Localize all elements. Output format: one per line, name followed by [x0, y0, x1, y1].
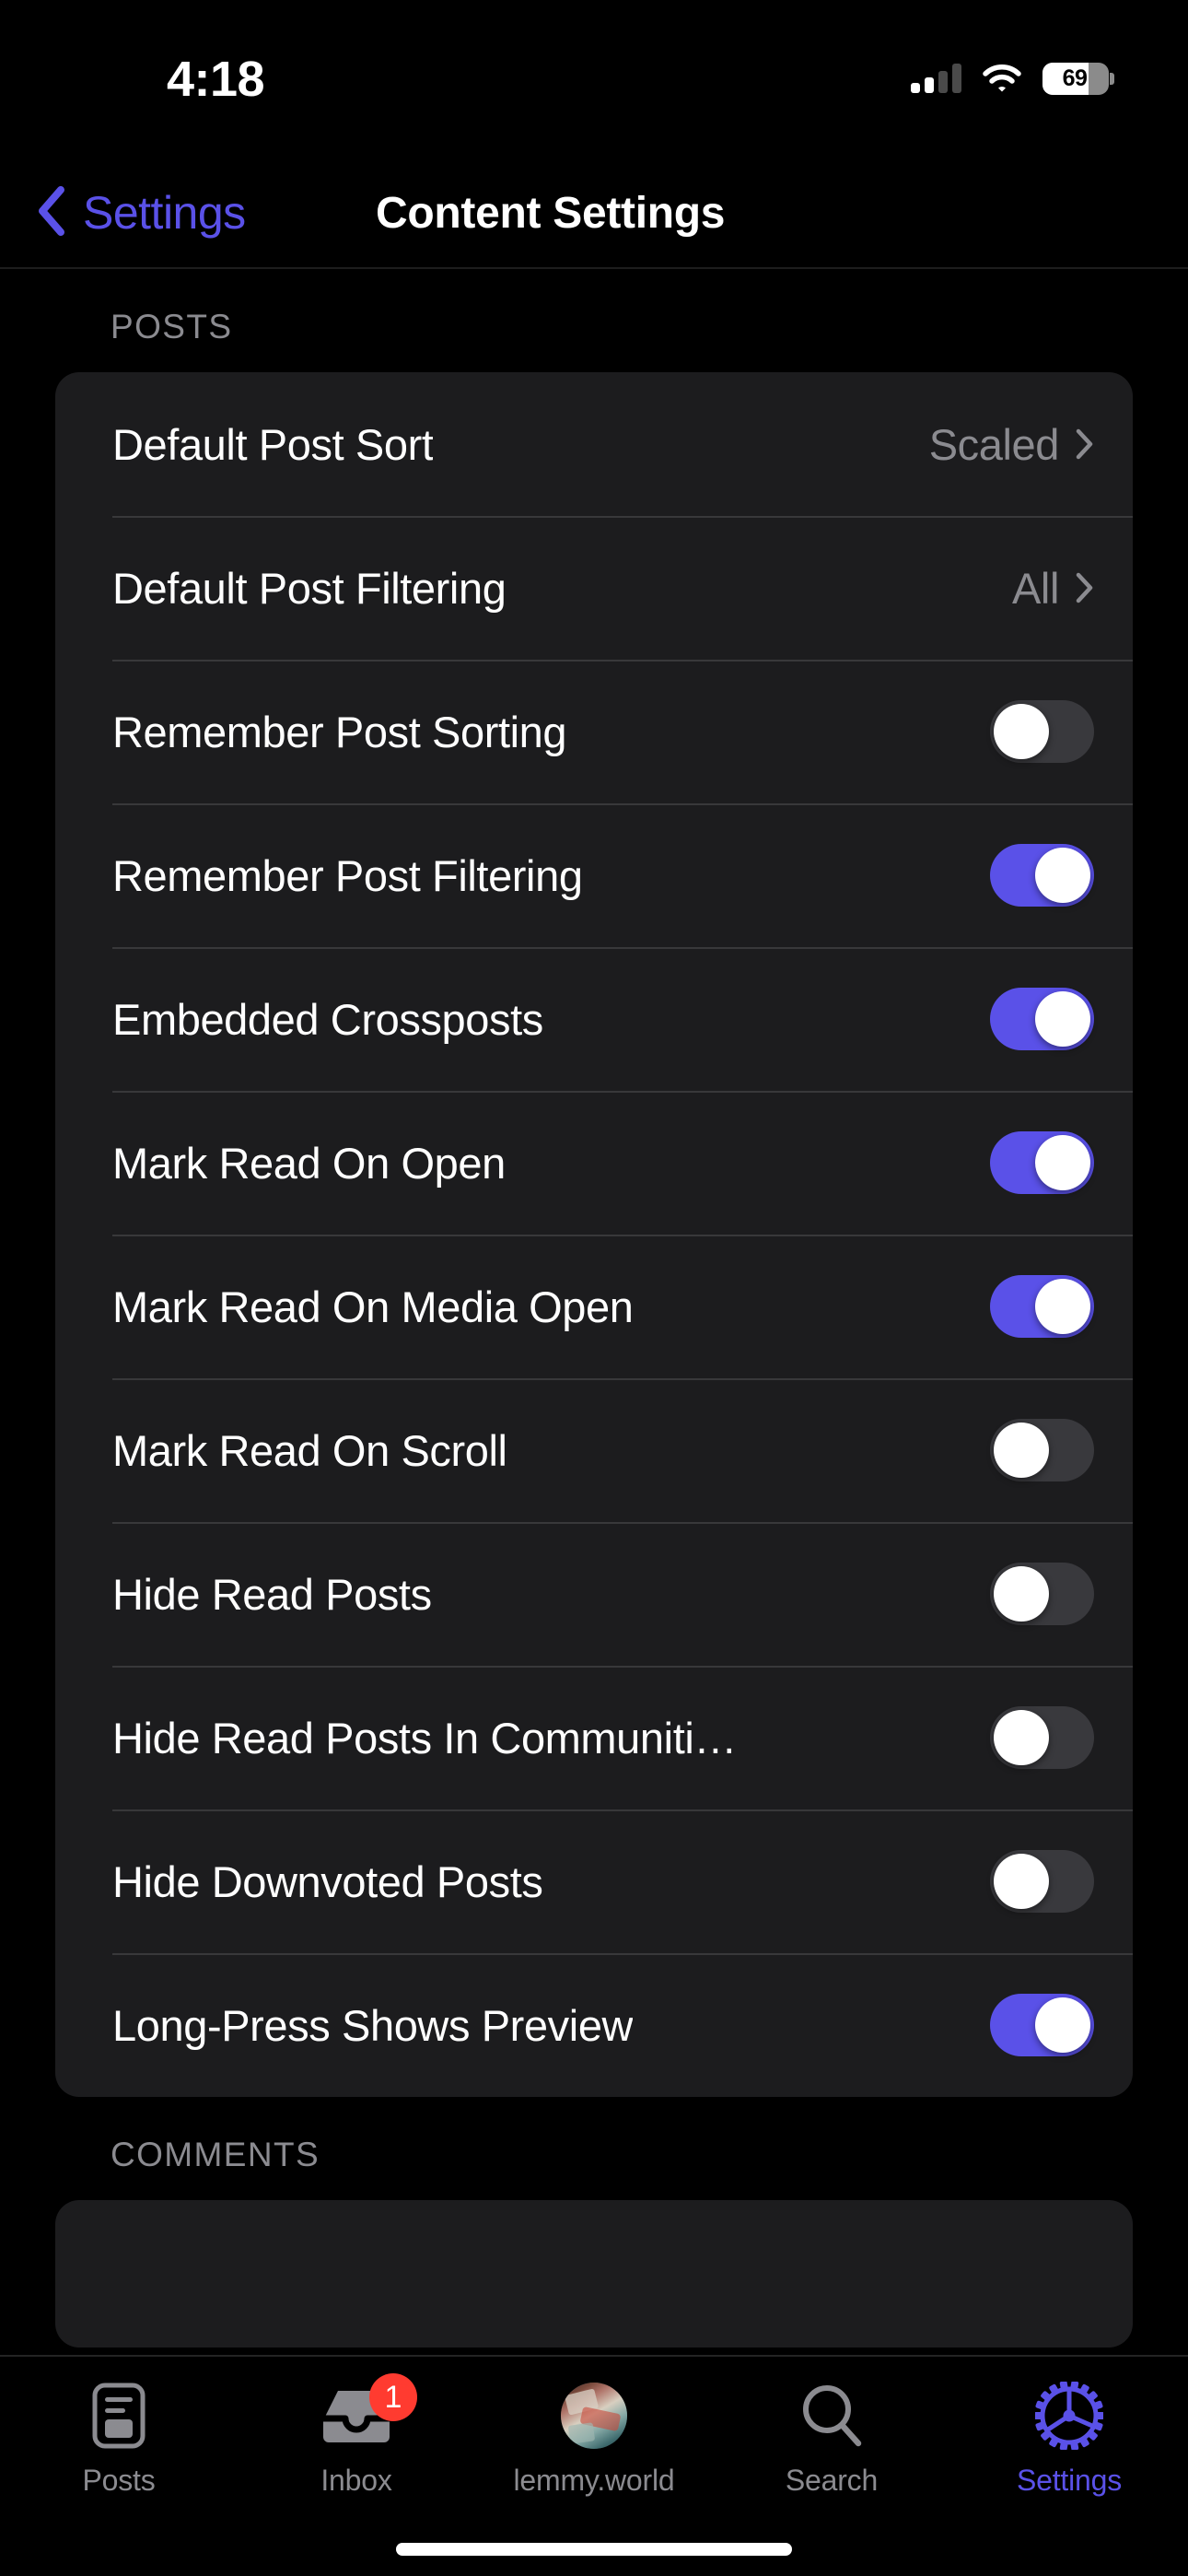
tab-label: Inbox — [320, 2464, 392, 2497]
chevron-right-icon — [1076, 572, 1093, 603]
settings-row-accessory — [990, 1850, 1094, 1913]
toggle-knob — [1035, 848, 1090, 903]
settings-row-accessory — [990, 988, 1094, 1050]
tab-settings[interactable]: Settings — [950, 2357, 1188, 2498]
chevron-right-icon — [1076, 428, 1093, 460]
back-button-label: Settings — [83, 187, 246, 239]
tab-posts[interactable]: Posts — [0, 2357, 238, 2498]
phone-screen: 4:18 69 Settings Content Settings POSTS … — [0, 0, 1188, 2576]
notification-badge: 1 — [369, 2373, 417, 2421]
settings-toggle[interactable] — [990, 1419, 1094, 1481]
settings-row[interactable]: Default Post Filtering All — [55, 516, 1133, 660]
settings-row-accessory — [990, 1563, 1094, 1625]
settings-row-accessory: All — [1012, 563, 1094, 614]
toggle-knob — [994, 1854, 1049, 1909]
navigation-bar: Settings Content Settings — [0, 157, 1188, 269]
settings-toggle[interactable] — [990, 1994, 1094, 2056]
tab-icon-wrapper — [91, 2381, 146, 2451]
tab-search[interactable]: Search — [713, 2357, 950, 2498]
settings-toggle[interactable] — [990, 1275, 1094, 1338]
settings-row-accessory — [990, 1275, 1094, 1338]
section-header: POSTS — [111, 308, 233, 345]
settings-row[interactable]: Hide Read Posts In Communiti… — [55, 1666, 1133, 1809]
toggle-knob — [994, 1423, 1049, 1478]
tab-icon-wrapper — [561, 2381, 627, 2451]
wifi-icon — [982, 64, 1022, 93]
magnifier-icon — [803, 2385, 862, 2447]
settings-row-value: All — [1011, 563, 1059, 613]
settings-row-accessory — [990, 1706, 1094, 1769]
settings-row-value: Scaled — [928, 419, 1060, 469]
settings-toggle[interactable] — [990, 1706, 1094, 1769]
settings-row[interactable]: Mark Read On Open — [55, 1091, 1133, 1235]
settings-row-accessory: Scaled — [929, 419, 1094, 470]
tab-icon-wrapper: 1 — [320, 2373, 417, 2451]
chevron-left-icon — [35, 184, 68, 242]
settings-row[interactable]: Default Post Sort Scaled — [55, 372, 1133, 516]
toggle-knob — [1035, 991, 1090, 1047]
status-bar-indicators: 69 — [911, 58, 1114, 99]
settings-row-label: Mark Read On Open — [112, 1138, 506, 1188]
toggle-knob — [994, 704, 1049, 759]
tab-inbox[interactable]: 1 Inbox — [238, 2357, 475, 2498]
battery-percent: 69 — [1062, 64, 1088, 91]
settings-row-label: Remember Post Filtering — [112, 850, 583, 900]
settings-row-accessory — [990, 1994, 1094, 2056]
settings-toggle[interactable] — [990, 988, 1094, 1050]
tab-label: Settings — [1016, 2464, 1123, 2497]
settings-row[interactable]: Remember Post Filtering — [55, 803, 1133, 947]
settings-row-accessory — [990, 1131, 1094, 1194]
tab-label: Search — [785, 2464, 879, 2497]
settings-row-label: Hide Read Posts In Communiti… — [112, 1713, 738, 1762]
home-indicator — [396, 2543, 792, 2556]
page-title: Content Settings — [376, 188, 726, 238]
tab-label: lemmy.world — [513, 2464, 675, 2497]
toggle-knob — [1035, 1997, 1090, 2053]
settings-toggle[interactable] — [990, 1563, 1094, 1625]
gear-icon — [1035, 2382, 1103, 2450]
settings-row[interactable]: Remember Post Sorting — [55, 660, 1133, 803]
settings-row[interactable]: Mark Read On Scroll — [55, 1378, 1133, 1522]
settings-toggle[interactable] — [990, 700, 1094, 763]
settings-row-label: Default Post Sort — [112, 419, 434, 469]
settings-scroll-view[interactable]: POSTS Default Post Sort Scaled Default Post… — [0, 269, 1188, 2355]
toggle-knob — [1035, 1279, 1090, 1334]
settings-row-label: Embedded Crossposts — [112, 994, 543, 1044]
status-bar: 4:18 69 — [0, 0, 1188, 157]
toggle-knob — [1035, 1135, 1090, 1190]
settings-toggle[interactable] — [990, 1131, 1094, 1194]
settings-group: Default Post Sort Scaled Default Post Filt… — [55, 372, 1133, 2097]
back-button[interactable]: Settings — [35, 157, 246, 269]
section-header: COMMENTS — [111, 2136, 320, 2173]
settings-row-accessory — [990, 1419, 1094, 1481]
settings-row-label: Long-Press Shows Preview — [112, 2000, 634, 2050]
settings-row[interactable]: Long-Press Shows Preview — [55, 1953, 1133, 2097]
cellular-signal-icon — [911, 64, 961, 93]
settings-row-accessory — [990, 844, 1094, 907]
settings-row-label: Hide Downvoted Posts — [112, 1856, 543, 1906]
settings-row[interactable]: Mark Read On Media Open — [55, 1235, 1133, 1378]
tab-label: Posts — [82, 2464, 156, 2497]
settings-toggle[interactable] — [990, 1850, 1094, 1913]
settings-toggle[interactable] — [990, 844, 1094, 907]
settings-group — [55, 2200, 1133, 2348]
tab-icon-wrapper — [799, 2381, 864, 2451]
posts-card-icon — [92, 2383, 146, 2449]
settings-row-label: Mark Read On Scroll — [112, 1425, 507, 1475]
settings-row-label: Remember Post Sorting — [112, 707, 567, 756]
settings-row-label: Hide Read Posts — [112, 1569, 432, 1619]
settings-row[interactable]: Hide Read Posts — [55, 1522, 1133, 1666]
tab-icon-wrapper — [1035, 2381, 1103, 2451]
battery-icon: 69 — [1042, 62, 1114, 95]
tab-lemmy-world[interactable]: lemmy.world — [475, 2357, 713, 2498]
settings-row-accessory — [990, 700, 1094, 763]
settings-row[interactable]: Hide Downvoted Posts — [55, 1809, 1133, 1953]
settings-row-label: Default Post Filtering — [112, 563, 507, 613]
settings-row[interactable]: Embedded Crossposts — [55, 947, 1133, 1091]
account-avatar — [561, 2383, 627, 2449]
settings-row-label: Mark Read On Media Open — [112, 1282, 634, 1331]
status-bar-time: 4:18 — [167, 52, 265, 107]
toggle-knob — [994, 1566, 1049, 1622]
toggle-knob — [994, 1710, 1049, 1765]
